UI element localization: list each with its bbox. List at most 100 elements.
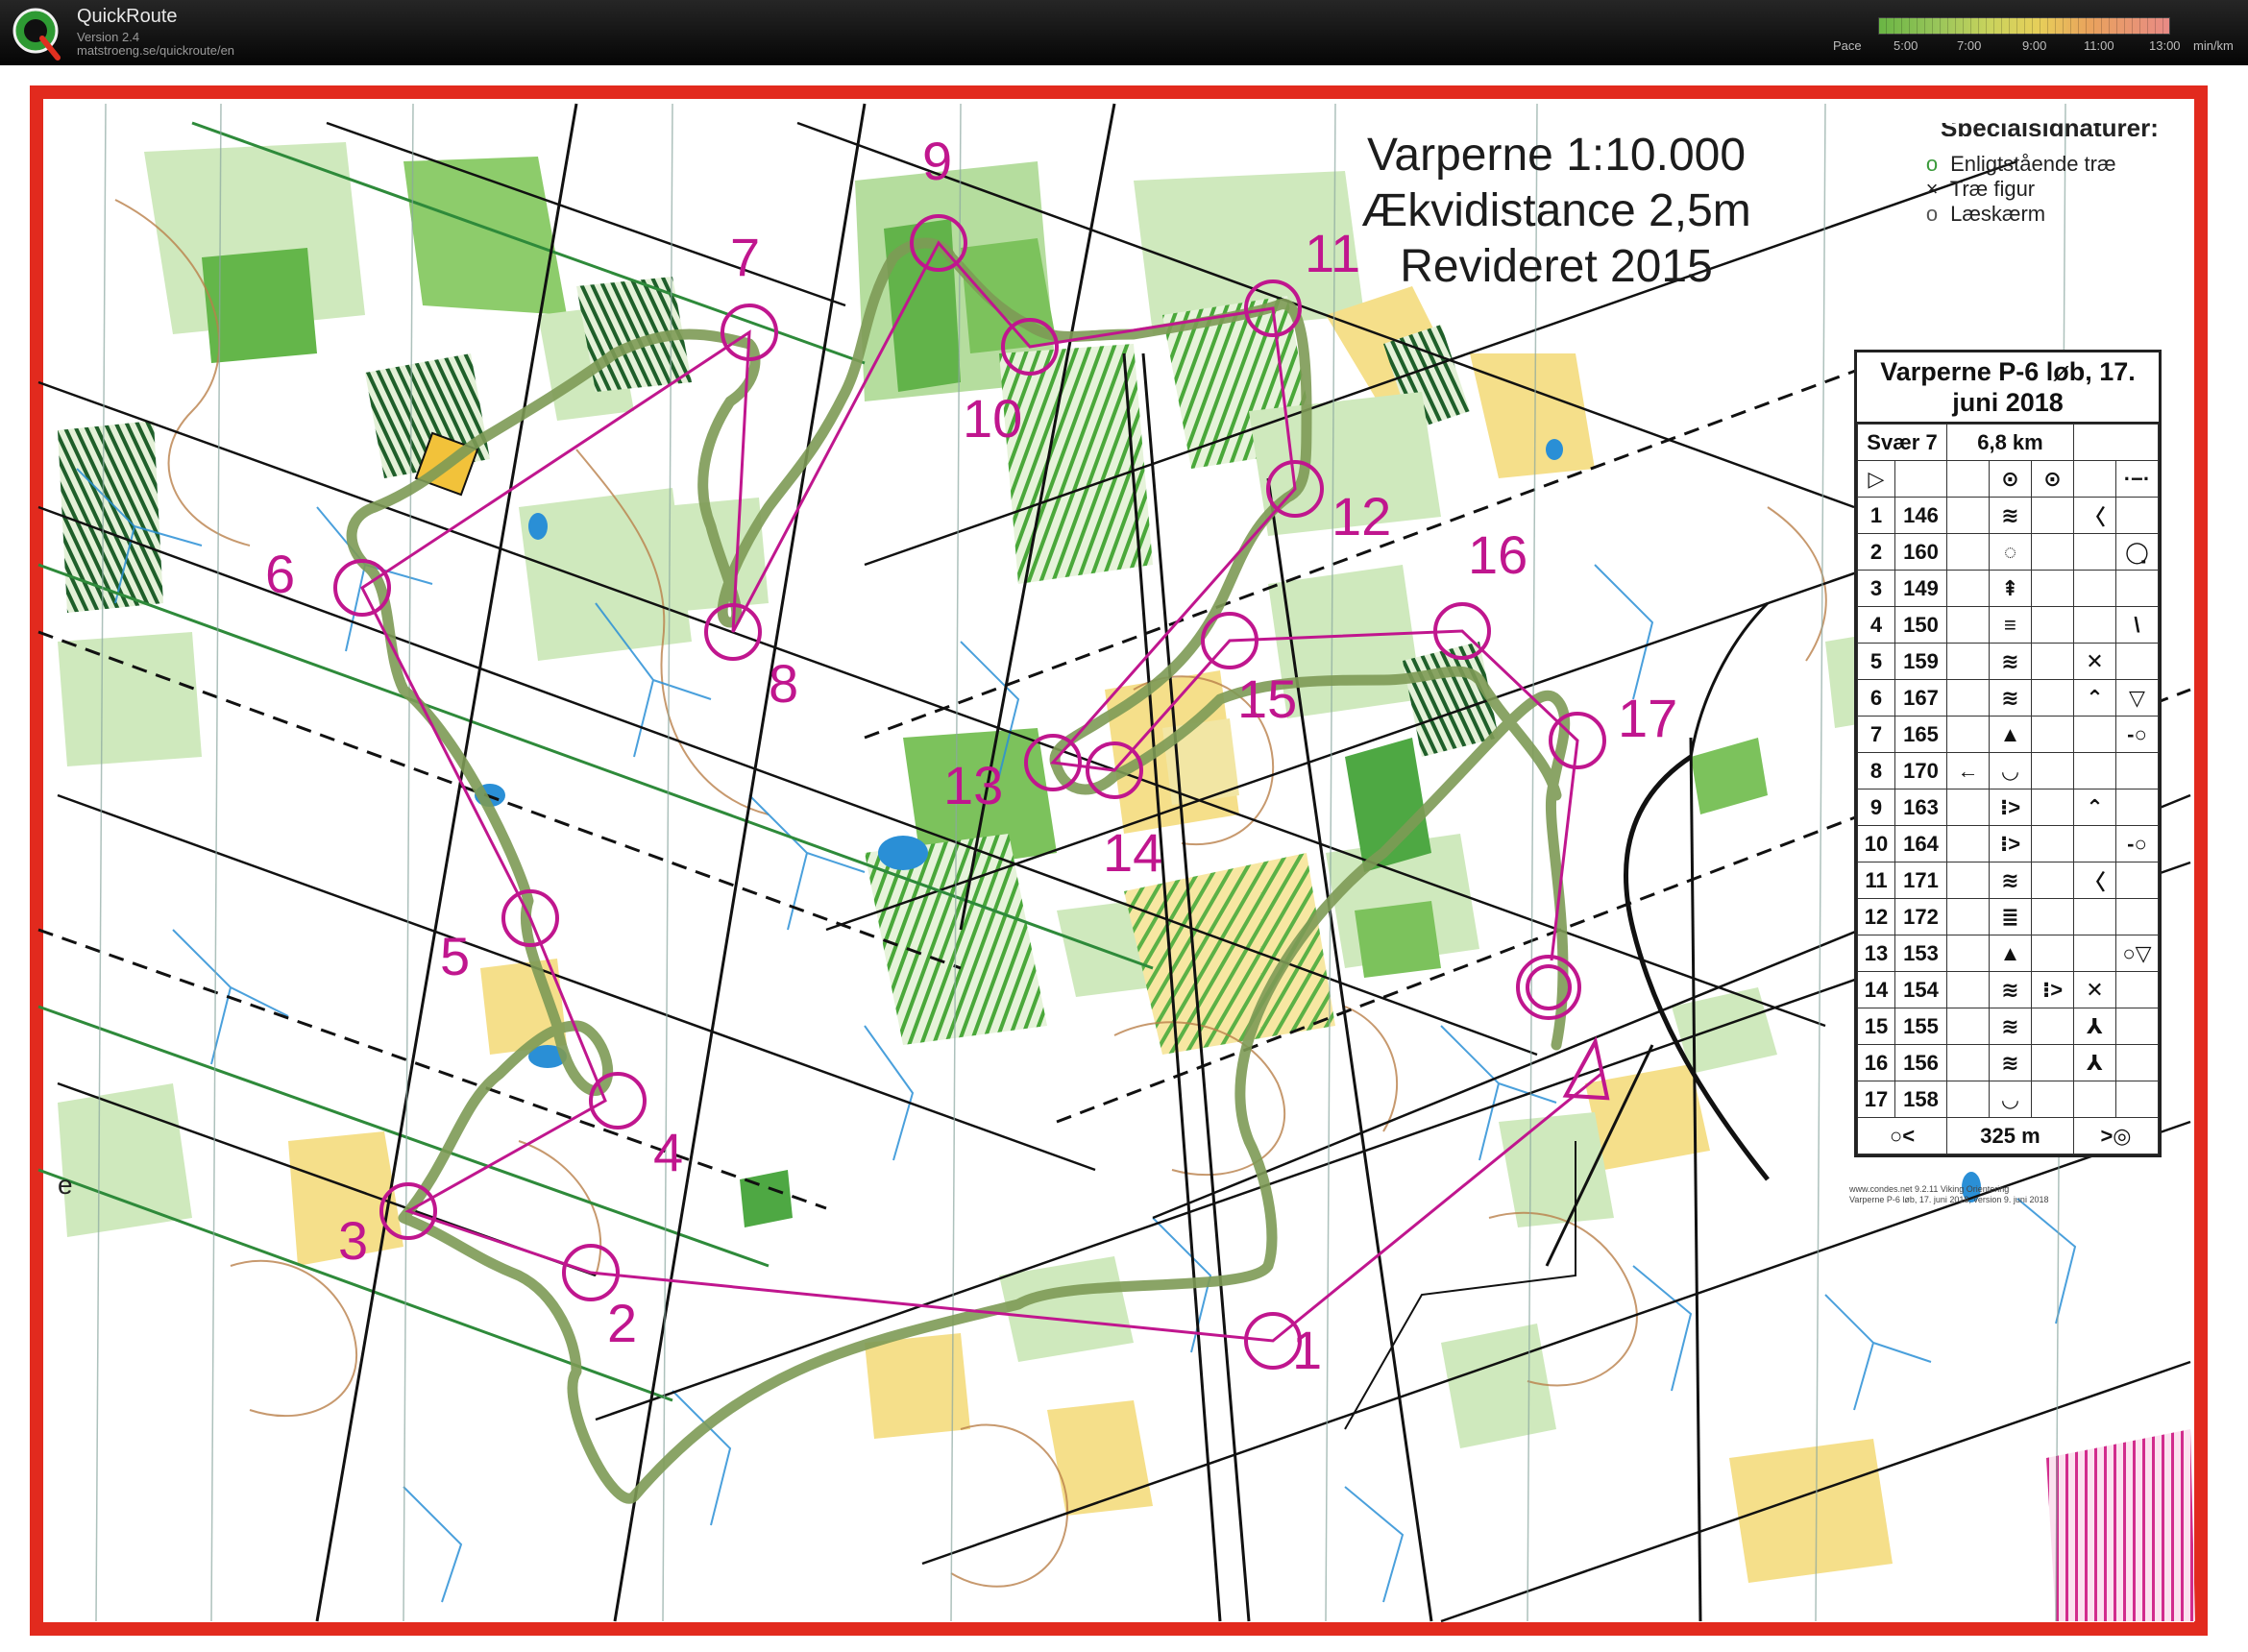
description-symbol-icon: ⁝> — [1988, 789, 2032, 826]
description-symbol-icon — [2114, 643, 2160, 680]
description-symbol-icon — [2030, 643, 2074, 680]
description-symbol-icon — [1946, 971, 1990, 1008]
control-sequence-number: 9 — [1857, 789, 1895, 826]
description-symbol-icon — [2030, 898, 2074, 935]
course-length: 6,8 km — [1946, 424, 2074, 461]
control-number: 5 — [440, 926, 471, 986]
description-symbol-icon — [2072, 606, 2116, 644]
description-symbol-icon: ◡ — [1988, 1081, 2032, 1118]
control-description-row: 17 158 ◡ — [1857, 1081, 2160, 1118]
legend-item-label: Træ figur — [1949, 177, 2036, 201]
control-number: 16 — [1468, 524, 1528, 585]
description-symbol-icon — [1946, 1081, 1990, 1118]
control-number: 15 — [1237, 668, 1298, 729]
control-description-row: 9 163 ⁝> ⌃ — [1857, 789, 2160, 826]
control-description-sheet: Varperne P-6 løb, 17. juni 2018 Svær 7 6… — [1854, 350, 2162, 1157]
description-symbol-icon — [2072, 570, 2116, 607]
map-title-line: Revideret 2015 — [1400, 241, 1713, 292]
description-symbol-icon — [1946, 1044, 1990, 1081]
control-code: 150 — [1894, 606, 1948, 644]
control-sequence-number: 15 — [1857, 1008, 1895, 1045]
pace-unit: min/km — [2193, 38, 2234, 53]
special-symbols-legend: Specialsignaturer: o Enligtstående træ ×… — [1919, 123, 2208, 227]
control-number: 8 — [769, 653, 799, 714]
description-symbol-icon — [2030, 752, 2074, 790]
description-symbol-icon — [2030, 1044, 2074, 1081]
control-description-row: 5 159 ≋ ✕ — [1857, 643, 2160, 680]
description-symbol-icon — [2072, 533, 2116, 571]
control-sequence-number: 4 — [1857, 606, 1895, 644]
description-symbol-icon — [1946, 606, 1990, 644]
control-sequence-number: 12 — [1857, 898, 1895, 935]
app-url: matstroeng.se/quickroute/en — [77, 43, 235, 58]
control-code: 153 — [1894, 935, 1948, 972]
control-code: 160 — [1894, 533, 1948, 571]
control-description-row: 13 153 ▲ ○▽ — [1857, 935, 2160, 972]
control-number: 13 — [943, 755, 1004, 815]
description-symbol-icon: ◯̣ — [2114, 533, 2160, 571]
control-description-row: 11 171 ≋ 〈 — [1857, 862, 2160, 899]
description-symbol-icon — [1946, 825, 1990, 862]
description-symbol-icon — [2114, 789, 2160, 826]
legend-item: o Læskærm — [1919, 202, 2208, 227]
description-symbol-icon: -○ — [2114, 716, 2160, 753]
description-symbol-icon: ≋ — [1988, 643, 2032, 680]
description-symbol-icon — [1946, 497, 1990, 534]
control-code: 164 — [1894, 825, 1948, 862]
description-symbol-icon — [2030, 570, 2074, 607]
quickroute-logo-icon — [12, 8, 61, 61]
description-symbol-icon — [2114, 898, 2160, 935]
description-symbol-icon: ◌ — [1988, 533, 2032, 571]
control-sequence-number: 16 — [1857, 1044, 1895, 1081]
control-description-row: 14 154 ≋ ⁝> ✕ — [1857, 971, 2160, 1008]
description-symbol-icon: ⁝> — [1988, 825, 2032, 862]
description-symbol-icon — [2072, 898, 2116, 935]
description-symbol-icon — [2030, 935, 2074, 972]
map-title: Varperne 1:10.000 Ækvidistance 2,5m Revi… — [1335, 128, 1777, 295]
description-symbol-icon: ← — [1946, 752, 1990, 790]
description-symbol-icon — [2030, 789, 2074, 826]
description-symbol-icon — [1946, 1008, 1990, 1045]
description-symbol-icon: ⁝> — [2030, 971, 2074, 1008]
description-symbol-icon — [2072, 935, 2116, 972]
control-number: 14 — [1103, 822, 1163, 883]
description-symbol-icon: ⌃ — [2072, 679, 2116, 717]
description-symbol-icon — [2030, 1008, 2074, 1045]
control-sequence-number: 13 — [1857, 935, 1895, 972]
legend-heading: Specialsignaturer: — [1941, 123, 2208, 136]
app-version: Version 2.4 — [77, 30, 140, 44]
control-number: 17 — [1618, 688, 1678, 748]
description-symbol-icon — [2030, 679, 2074, 717]
control-sequence-number: 6 — [1857, 679, 1895, 717]
control-code: 146 — [1894, 497, 1948, 534]
start-row: ▷ ⊙ ⊙ ·−· — [1857, 460, 2160, 498]
control-sequence-number: 17 — [1857, 1081, 1895, 1118]
description-symbol-icon — [2072, 716, 2116, 753]
description-symbol-icon: ▲ — [1988, 716, 2032, 753]
control-code: 170 — [1894, 752, 1948, 790]
control-code: 154 — [1894, 971, 1948, 1008]
description-symbol-icon: ▽ — [2114, 679, 2160, 717]
pace-tick: 13:00 — [2149, 38, 2181, 53]
finish-row: ○< 325 m >◎ — [1857, 1117, 2160, 1154]
description-symbol-icon — [2030, 825, 2074, 862]
app-titlebar: QuickRoute Version 2.4 matstroeng.se/qui… — [0, 0, 2248, 65]
description-symbol-icon — [1946, 533, 1990, 571]
pace-tick: 5:00 — [1894, 38, 1918, 53]
control-description-row: 12 172 ≣ — [1857, 898, 2160, 935]
map-view[interactable]: 1 2 3 4 5 6 7 8 9 10 11 12 13 14 15 16 1… — [0, 65, 2248, 1652]
control-code: 163 — [1894, 789, 1948, 826]
control-number: 6 — [265, 544, 296, 604]
description-symbol-icon: ◡ — [1988, 752, 2032, 790]
description-symbol-icon — [2072, 825, 2116, 862]
description-symbol-icon — [1946, 643, 1990, 680]
finish-left-symbol-icon: ○< — [1857, 1117, 1947, 1154]
description-symbol-icon — [2114, 862, 2160, 899]
legend-item-label: Enligtstående træ — [1950, 152, 2116, 176]
pace-tick: 9:00 — [2022, 38, 2047, 53]
description-symbol-icon: ✕ — [2072, 643, 2116, 680]
control-number: 1 — [1292, 1320, 1323, 1380]
description-symbol-icon — [2030, 533, 2074, 571]
description-symbol-icon: ▲ — [1988, 935, 2032, 972]
start-symbol-icon: ▷ — [1857, 460, 1895, 498]
